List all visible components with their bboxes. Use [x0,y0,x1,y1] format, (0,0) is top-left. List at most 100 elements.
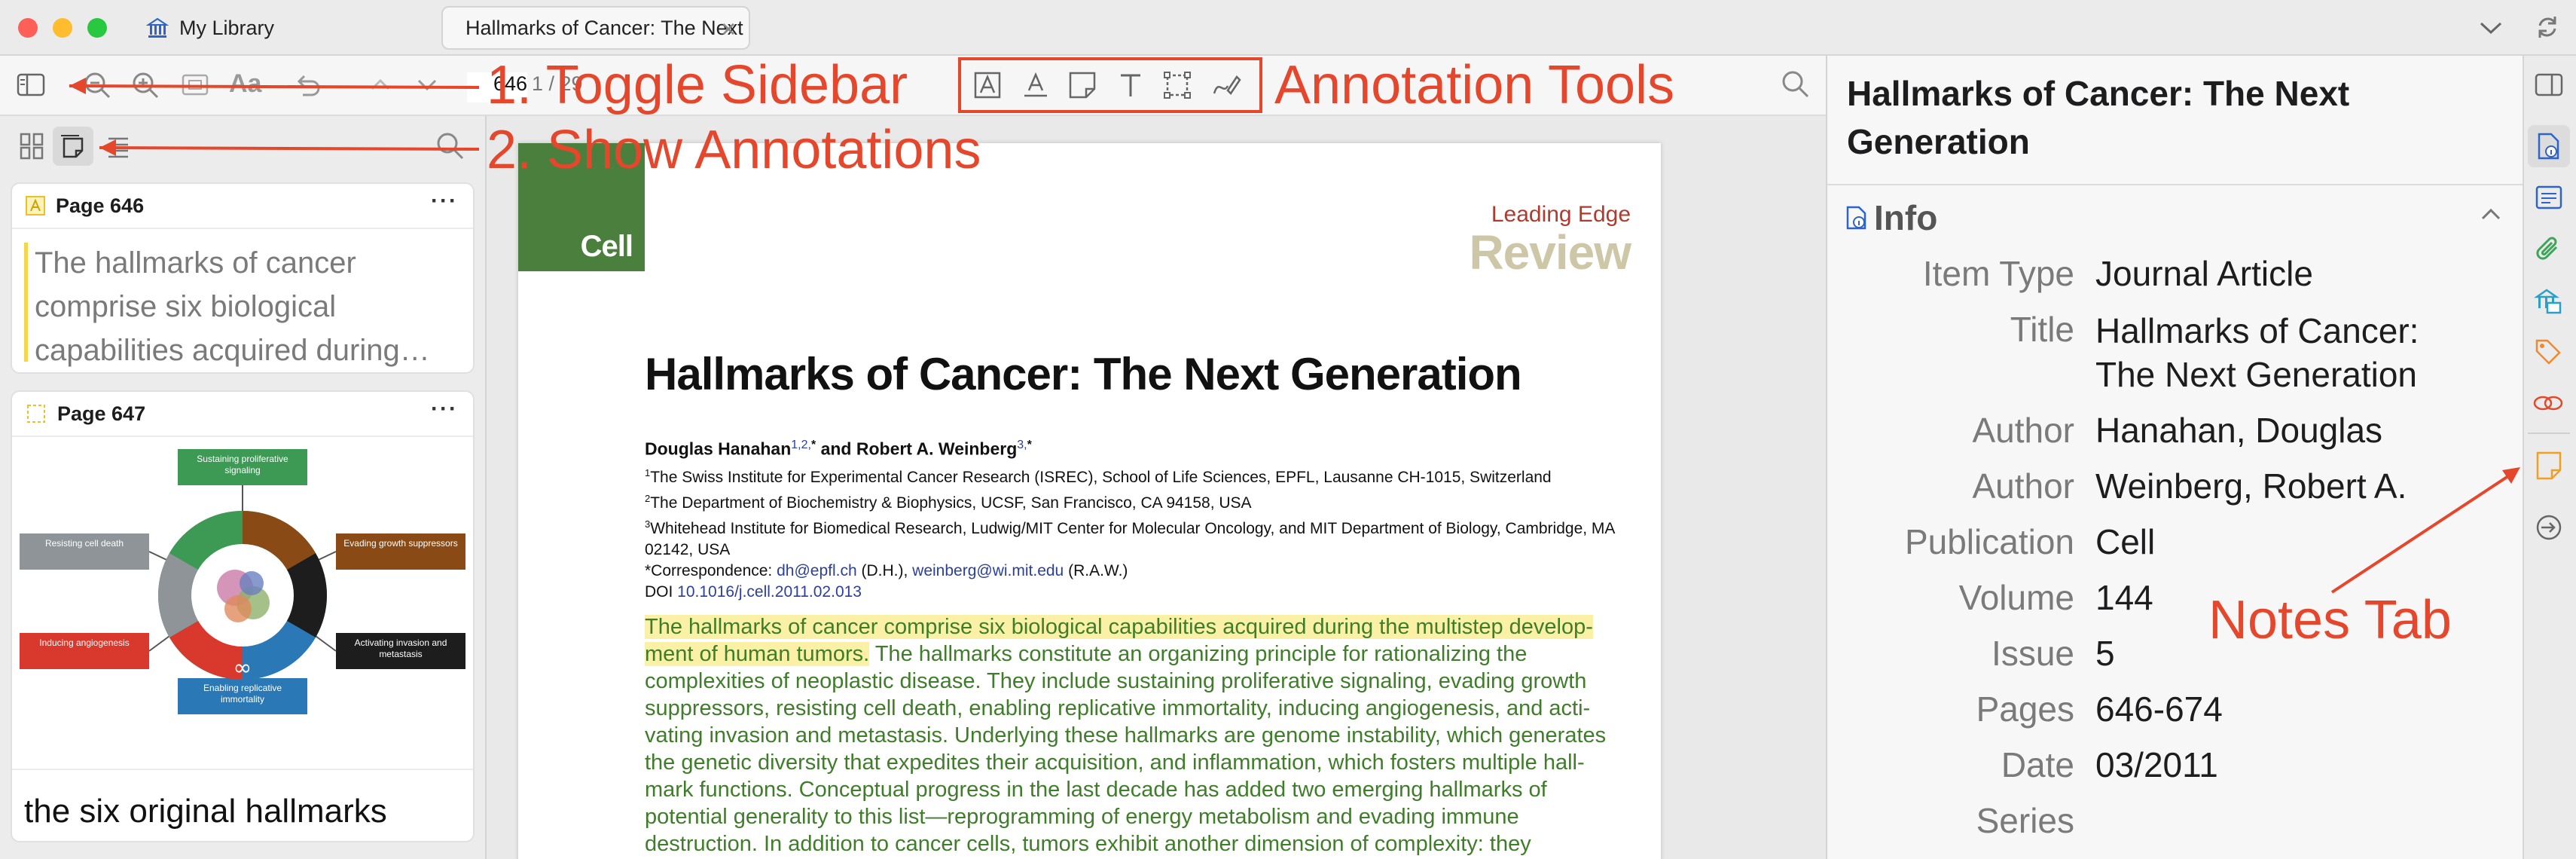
abstract-line: complexities of neoplastic disease. They… [645,669,1587,693]
section-leading-edge: Leading Edge [1491,202,1631,227]
next-page-icon[interactable] [416,75,438,93]
highlight-tool-icon[interactable] [973,71,1002,99]
field-label-issue: Issue [1992,634,2074,673]
tab-my-library[interactable]: My Library [139,9,432,47]
zoom-in-icon[interactable] [130,69,161,101]
sync-icon[interactable] [2534,14,2561,41]
zoom-fit-icon[interactable] [181,72,211,98]
underline-tool-icon[interactable] [1021,71,1050,99]
annotations-view-icon [61,135,84,158]
highlighted-text: ment of human tumors. [645,642,870,666]
annotation-highlight-text: The hallmarks of cancer comprise six bio… [35,246,430,367]
field-label-pages: Pages [1976,689,2074,729]
annotation-more-icon[interactable]: ··· [431,396,458,422]
field-value-issue[interactable]: 5 [2095,633,2115,674]
related-icon[interactable] [2532,390,2564,416]
sidenav-divider [2528,433,2570,434]
callout-annotation-tools: Annotation Tools [1274,55,1675,115]
tab-document[interactable]: Hallmarks of Cancer: The Next Generation… [441,6,750,50]
locate-icon[interactable] [2534,512,2564,543]
collapse-section-chevron-icon[interactable] [2480,206,2502,223]
field-value-pages[interactable]: 646-674 [2095,689,2223,729]
outline-view-icon[interactable] [105,134,131,160]
zoom-out-icon[interactable] [81,69,113,101]
field-label-title: Title [2010,310,2074,349]
figure-label-top: Sustaining proliferative signaling [197,454,288,475]
annotation-card-image[interactable]: Page 647 ··· ∞ Sustaining proliferative … [11,390,475,842]
annotation-more-icon[interactable]: ··· [431,188,458,214]
tab-document-label: Hallmarks of Cancer: The Next Generation [465,16,749,39]
annotation-page-label: Page 646 [56,194,145,217]
toggle-item-pane-icon[interactable] [2534,72,2564,98]
field-value-item-type[interactable]: Journal Article [2095,253,2313,294]
tab-my-library-label: My Library [179,16,275,39]
field-value-volume[interactable]: 144 [2095,577,2153,618]
pdf-page[interactable]: Cell Leading Edge Review Hallmarks of Ca… [518,143,1661,859]
sidenav-info-button[interactable] [2528,125,2570,167]
text-tool-icon[interactable] [1116,71,1145,99]
pane-divider [1827,184,2524,185]
abstract-line: potential generality to this list—reprog… [645,805,1519,829]
affiliation-line: 2The Department of Biochemistry & Biophy… [645,493,1252,512]
close-tab-icon[interactable]: ✕ [720,18,737,41]
doi-link[interactable]: 10.1016/j.cell.2011.02.013 [677,583,862,601]
close-window-button[interactable] [18,18,38,38]
article-authors: Douglas Hanahan1,2,* and Robert A. Weinb… [645,439,1032,459]
figure-label-left-bottom: Inducing angiogenesis [39,637,130,648]
doi-line: DOI 10.1016/j.cell.2011.02.013 [645,583,862,601]
previous-page-icon[interactable] [369,75,392,93]
figure-label-left-top: Resisting cell death [44,538,124,549]
find-in-document-icon[interactable] [1781,69,1811,99]
callout-notes-tab: Notes Tab [2208,590,2452,650]
annotation-card-header: Page 646 [12,184,473,229]
tags-icon[interactable] [2534,338,2562,366]
highlighted-text: The hallmarks of cancer comprise six bio… [645,615,1593,639]
card-divider [12,769,473,770]
field-label-series: Series [1976,801,2074,840]
field-value-publication[interactable]: Cell [2095,521,2155,562]
toggle-sidebar-icon[interactable] [17,72,47,98]
field-value-date[interactable]: 03/2011 [2095,744,2218,785]
info-document-icon [1846,206,1866,230]
email-link[interactable]: weinberg@wi.mit.edu [912,562,1064,579]
email-link[interactable]: dh@epfl.ch [777,562,857,579]
image-area-tool-icon[interactable] [1163,71,1192,99]
minimize-window-button[interactable] [53,18,72,38]
zoom-window-button[interactable] [87,18,107,38]
abstract-line: the genetic diversity that expedites the… [645,750,1585,775]
field-label-item-type: Item Type [1922,254,2074,293]
note-tool-icon[interactable] [1068,71,1097,99]
field-value-author[interactable]: Weinberg, Robert A. [2095,466,2407,506]
field-label-date: Date [2001,745,2074,784]
annotation-comment[interactable]: the six original hallmarks [24,793,387,830]
abstract-icon[interactable] [2535,185,2562,209]
image-annotation-icon [27,405,45,423]
thumbnails-view-icon[interactable] [20,133,44,160]
library-icon [146,17,169,38]
item-pane-title: Hallmarks of Cancer: The Next Generation [1847,74,2350,161]
abstract-line: mark functions. Conceptual progress in t… [645,778,1547,802]
abstract-line: ment of human tumors. The hallmarks cons… [645,642,1528,666]
annotation-page-label: Page 647 [57,402,146,425]
field-label-author: Author [1972,466,2074,506]
appearance-icon[interactable]: Aa [229,69,261,99]
attachments-icon[interactable] [2534,235,2562,264]
annotation-card-highlight[interactable]: Page 646 ··· The hallmarks of cancer com… [11,182,475,374]
correspondence-line: *Correspondence: dh@epfl.ch (D.H.), wein… [645,562,1128,579]
abstract-line: destruction. In addition to cancer cells… [645,832,1531,856]
undo-icon[interactable] [292,71,322,99]
libraries-collections-icon[interactable] [2534,286,2562,315]
figure-label-right-top: Evading growth suppressors [343,538,458,549]
tabs-menu-chevron-icon[interactable] [2478,20,2504,36]
info-section-header[interactable]: Info [1845,197,1937,238]
article-title: Hallmarks of Cancer: The Next Generation [645,349,1522,399]
field-value-author[interactable]: Hanahan, Douglas [2095,410,2382,451]
search-annotations-icon[interactable] [435,131,465,161]
abstract[interactable]: The hallmarks of cancer comprise six bio… [645,613,1669,857]
affiliation-line: 3Whitehead Institute for Biomedical Rese… [645,518,1615,558]
notes-icon[interactable] [2535,451,2562,481]
annotations-view-button[interactable] [53,127,93,166]
abstract-line: The hallmarks of cancer comprise six bio… [645,613,1669,640]
field-value-title[interactable]: Hallmarks of Cancer: The Next Generation [2095,309,2487,396]
ink-tool-icon[interactable] [1211,71,1241,99]
